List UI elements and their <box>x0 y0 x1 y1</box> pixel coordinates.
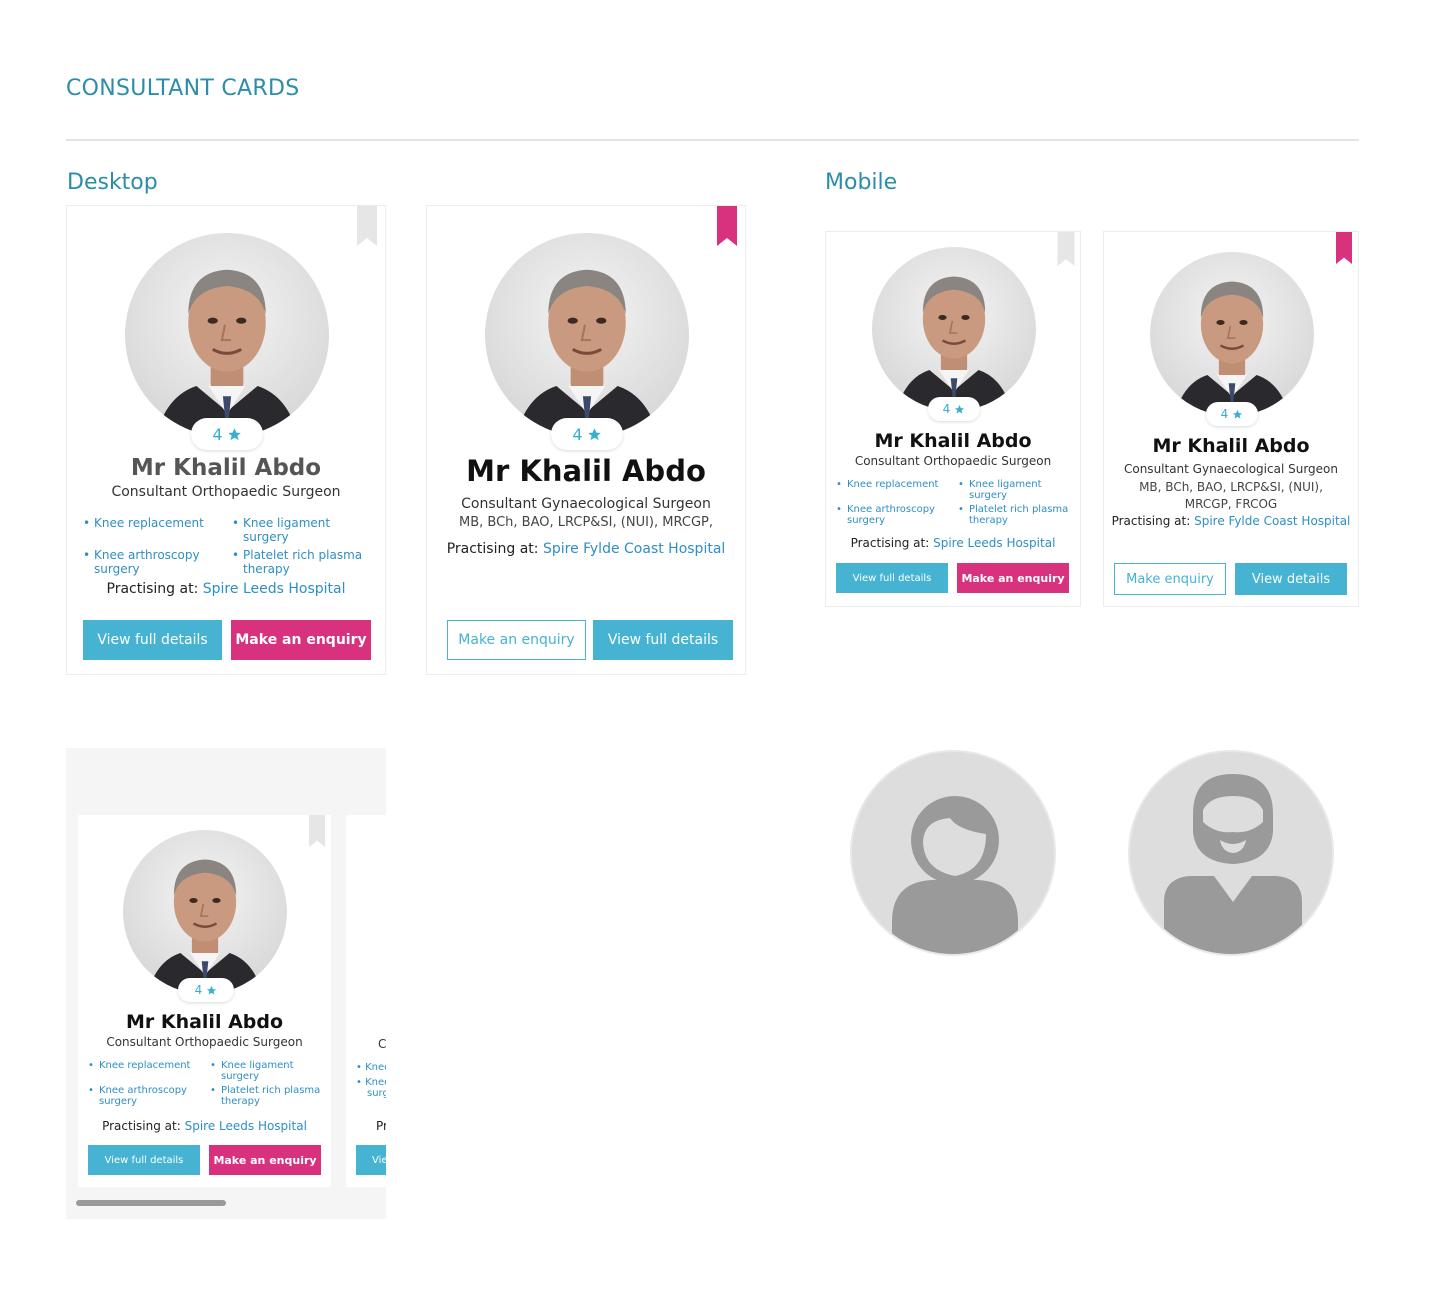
speciality-item[interactable]: Platelet rich plasma therapy <box>210 1085 324 1107</box>
practising-label: Practising at: <box>106 581 203 597</box>
male-avatar-icon <box>1128 750 1334 956</box>
view-full-details-button-peek[interactable]: Vie <box>356 1145 386 1175</box>
female-avatar-icon <box>850 750 1056 956</box>
view-full-details-button[interactable]: View full details <box>836 563 948 593</box>
make-enquiry-button[interactable]: Make an enquiry <box>231 620 371 660</box>
rating-value: 4 <box>212 424 223 444</box>
practising-label: Practising at: <box>1111 514 1195 528</box>
make-enquiry-button[interactable]: Make enquiry <box>1114 563 1226 595</box>
practising-at: Practising at: Spire Leeds Hospital <box>826 536 1080 550</box>
star-icon <box>587 427 601 440</box>
rating-badge: 4 <box>178 978 234 1002</box>
speciality-peek-text: Knee <box>365 1062 386 1073</box>
practising-at: Practising at: Spire Leeds Hospital <box>78 1119 331 1133</box>
consultant-name: Mr Khalil Abdo <box>125 1011 284 1033</box>
speciality-item[interactable]: Platelet rich plasma therapy <box>958 504 1072 526</box>
speciality-item[interactable]: Knee replacement <box>88 1060 202 1082</box>
mobile-heading: Mobile <box>825 170 898 195</box>
consultant-qualifications: MB, BCh, BAO, LRCP&SI, (NUI), MRCGP, <box>459 515 713 530</box>
hospital-link[interactable]: Spire Fylde Coast Hospital <box>1194 514 1350 528</box>
speciality-item[interactable]: Platelet rich plasma therapy <box>232 548 373 576</box>
mobile-card-carousel[interactable]: 4 Mr Khalil Abdo Consultant Orthopaedic … <box>66 748 386 1219</box>
consultant-name: Mr Khalil Abdo <box>466 454 706 488</box>
bookmark-icon[interactable] <box>1057 232 1075 266</box>
rating-value: 4 <box>572 424 583 444</box>
hospital-link[interactable]: Spire Leeds Hospital <box>203 581 346 597</box>
star-icon <box>955 404 965 414</box>
consultant-card-desktop-orthopaedic: 4 Mr Khalil Abdo Consultant Orthopaedic … <box>66 205 386 675</box>
bookmark-icon[interactable] <box>357 206 377 246</box>
speciality-item[interactable]: Knee replacement <box>836 479 950 501</box>
consultant-role: Consultant Orthopaedic Surgeon <box>111 484 341 500</box>
make-enquiry-button[interactable]: Make an enquiry <box>209 1145 321 1175</box>
speciality-list: Knee replacement Knee ligament surgery K… <box>83 516 373 576</box>
header-divider <box>66 139 1359 141</box>
star-icon <box>207 985 217 995</box>
practising-label: Practising at: <box>102 1119 185 1133</box>
view-details-button[interactable]: View details <box>1235 563 1347 595</box>
speciality-list: Knee replacement Knee ligament surgery K… <box>836 479 1072 526</box>
practising-at: Practising at: Spire Leeds Hospital <box>67 581 385 597</box>
consultant-photo <box>1150 252 1314 416</box>
desktop-heading: Desktop <box>67 170 158 195</box>
speciality-item[interactable]: Knee ligament surgery <box>232 516 373 544</box>
rating-badge: 4 <box>1206 402 1258 426</box>
consultant-role: Consultant Orthopaedic Surgeon <box>854 454 1052 468</box>
speciality-item[interactable]: Knee arthroscopy surgery <box>836 504 950 526</box>
star-icon <box>227 427 241 440</box>
speciality-peek: • Knee <box>356 1077 386 1088</box>
view-full-details-button[interactable]: View full details <box>83 620 222 660</box>
speciality-item[interactable]: Knee arthroscopy surgery <box>83 548 224 576</box>
view-full-details-button[interactable]: View full details <box>593 620 733 660</box>
consultant-photo <box>872 247 1036 411</box>
speciality-item[interactable]: Knee replacement <box>83 516 224 544</box>
practising-label: Practising at: <box>446 541 543 557</box>
view-full-details-button[interactable]: View full details <box>88 1145 200 1175</box>
consultant-photo <box>125 233 329 437</box>
consultant-role: Consultant Gynaecological Surgeon <box>461 496 711 512</box>
rating-value: 4 <box>1220 407 1229 421</box>
practising-label: Practising at: <box>850 536 934 550</box>
star-icon <box>1233 409 1243 419</box>
speciality-item[interactable]: Knee ligament surgery <box>958 479 1072 501</box>
consultant-card-carousel: 4 Mr Khalil Abdo Consultant Orthopaedic … <box>78 815 331 1187</box>
consultant-qualifications: MB, BCh, BAO, LRCP&SI, (NUI), MRCGP, FRC… <box>1139 480 1323 511</box>
speciality-peek: • Knee <box>356 1062 386 1073</box>
make-enquiry-button[interactable]: Make an enquiry <box>957 563 1069 593</box>
speciality-list: Knee replacement Knee ligament surgery K… <box>88 1060 324 1107</box>
speciality-item[interactable]: Knee ligament surgery <box>210 1060 324 1082</box>
bookmark-icon[interactable] <box>1336 232 1352 264</box>
speciality-peek-text: surg <box>367 1088 386 1099</box>
practising-at-peek: Pr <box>376 1119 386 1133</box>
consultant-card-mobile-gynaecological: 4 Mr Khalil Abdo Consultant Gynaecologic… <box>1103 231 1359 607</box>
consultant-name: Mr Khalil Abdo <box>1152 435 1310 457</box>
practising-at: Practising at: Spire Fylde Coast Hospita… <box>427 541 745 557</box>
bookmark-icon[interactable] <box>309 815 325 847</box>
hospital-link[interactable]: Spire Leeds Hospital <box>185 1119 307 1133</box>
hospital-link[interactable]: Spire Fylde Coast Hospital <box>543 541 725 557</box>
rating-badge: 4 <box>191 418 263 450</box>
consultant-card-carousel-next[interactable]: C • Knee • Knee surg Pr Vie <box>346 815 386 1187</box>
speciality-peek-text: Knee <box>365 1077 386 1088</box>
consultant-card-desktop-gynaecological: 4 Mr Khalil Abdo Consultant Gynaecologic… <box>426 205 746 675</box>
consultant-role-peek: C <box>378 1037 386 1051</box>
hospital-link[interactable]: Spire Leeds Hospital <box>933 536 1055 550</box>
bookmark-icon[interactable] <box>717 206 737 246</box>
rating-value: 4 <box>942 402 951 416</box>
consultant-photo <box>123 830 287 994</box>
rating-badge: 4 <box>928 397 980 421</box>
speciality-item[interactable]: Knee arthroscopy surgery <box>88 1085 202 1107</box>
rating-value: 4 <box>194 983 203 997</box>
make-enquiry-button[interactable]: Make an enquiry <box>447 620 586 660</box>
consultant-name: Mr Khalil Abdo <box>874 430 1032 452</box>
consultant-name: Mr Khalil Abdo <box>130 455 322 481</box>
carousel-scrollbar-thumb[interactable] <box>76 1200 226 1206</box>
practising-at: Practising at: Spire Fylde Coast Hospita… <box>1104 514 1358 528</box>
consultant-role: Consultant Gynaecological Surgeon <box>1123 462 1338 476</box>
consultant-card-mobile-orthopaedic: 4 Mr Khalil Abdo Consultant Orthopaedic … <box>825 231 1081 607</box>
consultant-photo <box>485 233 689 437</box>
consultant-role: Consultant Orthopaedic Surgeon <box>106 1035 303 1049</box>
rating-badge: 4 <box>551 418 623 450</box>
page-title: CONSULTANT CARDS <box>66 76 300 101</box>
